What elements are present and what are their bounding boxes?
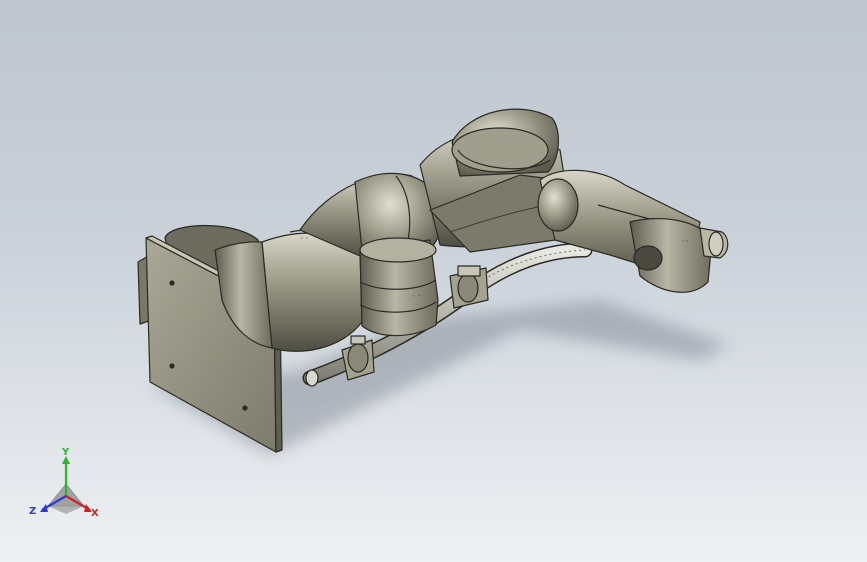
flange-marking: ◦◦ — [682, 238, 689, 245]
cable-clamp-2 — [449, 265, 489, 309]
joint-marking: ◦ ◦ — [412, 293, 421, 300]
z-axis-label: Z — [29, 506, 36, 517]
cad-viewport[interactable]: ◦ ◦ ◦ ◦ ◦◦ — [0, 0, 867, 562]
bolt-hole — [169, 280, 175, 286]
joint-3-dome — [451, 108, 559, 177]
end-effector-flange: ◦◦ — [629, 217, 729, 293]
robot-arm-model[interactable]: ◦ ◦ ◦ ◦ ◦◦ — [137, 108, 729, 453]
cable-clamp-1 — [341, 335, 375, 381]
axis-triad[interactable]: Y X Z — [26, 448, 106, 528]
joint-marking: ◦ ◦ — [300, 235, 309, 242]
z-axis-arrow — [40, 504, 48, 512]
y-axis-label: Y — [61, 448, 70, 458]
bolt-hole — [169, 363, 175, 369]
x-axis-label: X — [91, 508, 99, 519]
bolt-hole — [242, 405, 248, 411]
elbow-joint: ◦ ◦ — [359, 237, 439, 337]
